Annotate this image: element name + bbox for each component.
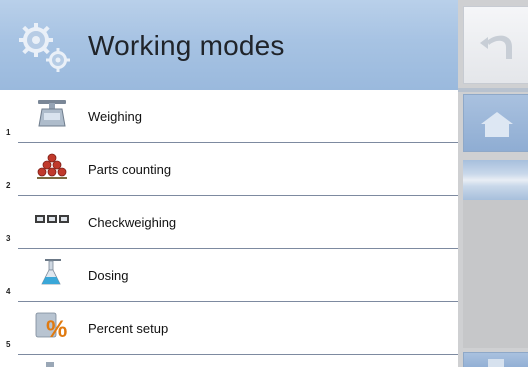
mode-item-dosing[interactable]: Dosing 4	[0, 249, 458, 302]
flask-icon	[41, 259, 61, 285]
scrollbar-thumb[interactable]	[463, 160, 528, 200]
gears-icon	[19, 23, 70, 72]
mode-item-percent-setup[interactable]: % Percent setup 5	[0, 302, 458, 355]
toolbar-divider	[458, 88, 528, 92]
mode-item-parts-counting[interactable]: Parts counting 2	[0, 143, 458, 196]
mode-label: Checkweighing	[88, 215, 177, 230]
checkweighing-icon	[35, 215, 69, 223]
mode-number: 4	[6, 287, 11, 296]
scale-icon	[38, 100, 66, 127]
scroll-down-button[interactable]	[463, 352, 528, 367]
header-bar: Working modes	[0, 0, 458, 90]
page-title: Working modes	[88, 30, 285, 61]
mode-number: 1	[6, 128, 11, 137]
working-modes-list: Weighing 1 Parts counting 2 Checkweighin…	[0, 90, 458, 367]
back-arrow-icon	[480, 35, 512, 59]
parts-stack-icon	[37, 153, 67, 179]
mode-item-weighing[interactable]: Weighing 1	[0, 90, 458, 143]
percent-icon: %	[35, 312, 67, 340]
mode-label: Percent setup	[88, 321, 169, 336]
home-icon	[481, 112, 513, 137]
navigation-sidebar	[458, 0, 528, 367]
mode-label: Parts counting	[88, 162, 172, 177]
mode-number: 2	[6, 181, 11, 190]
mode-number: 3	[6, 234, 11, 243]
home-button[interactable]	[463, 94, 528, 152]
scroll-down-icon	[488, 359, 504, 367]
mode-item-checkweighing[interactable]: Checkweighing 3	[0, 196, 458, 249]
mode-item-next-partial[interactable]	[0, 355, 458, 367]
scrollbar-track[interactable]	[463, 200, 528, 348]
mode-label: Dosing	[88, 268, 129, 283]
working-modes-screen: Working modes Weighing 1 Parts counting …	[0, 0, 528, 367]
partial-item-icon	[46, 362, 54, 367]
svg-text:%: %	[46, 316, 67, 340]
back-button[interactable]	[463, 6, 528, 84]
mode-number: 5	[6, 340, 11, 349]
mode-label: Weighing	[88, 109, 142, 124]
